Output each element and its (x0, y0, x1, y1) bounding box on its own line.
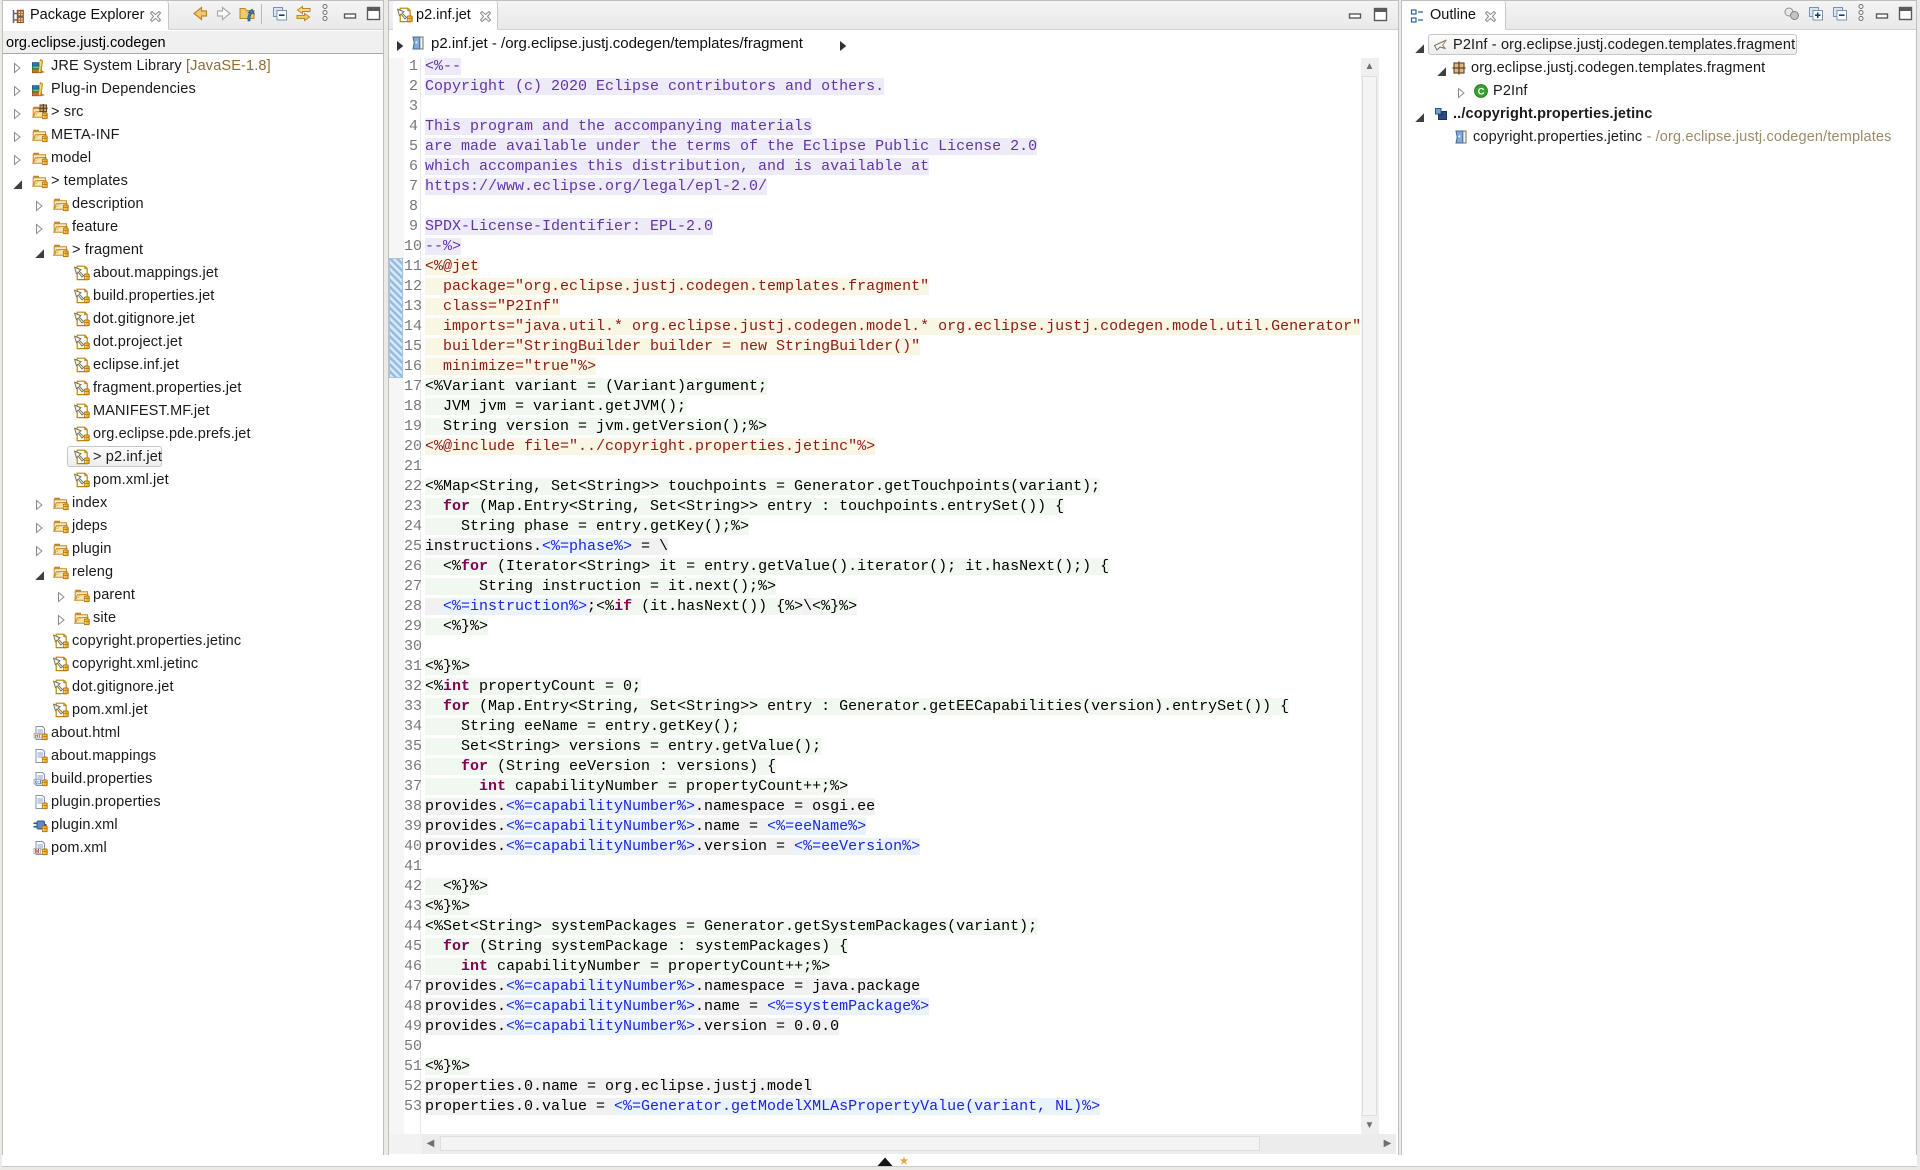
svg-text:M: M (35, 849, 40, 855)
svg-text:HT: HT (35, 733, 41, 738)
svg-text:0:1: 0:1 (35, 779, 42, 784)
svg-text:C: C (1478, 86, 1485, 97)
